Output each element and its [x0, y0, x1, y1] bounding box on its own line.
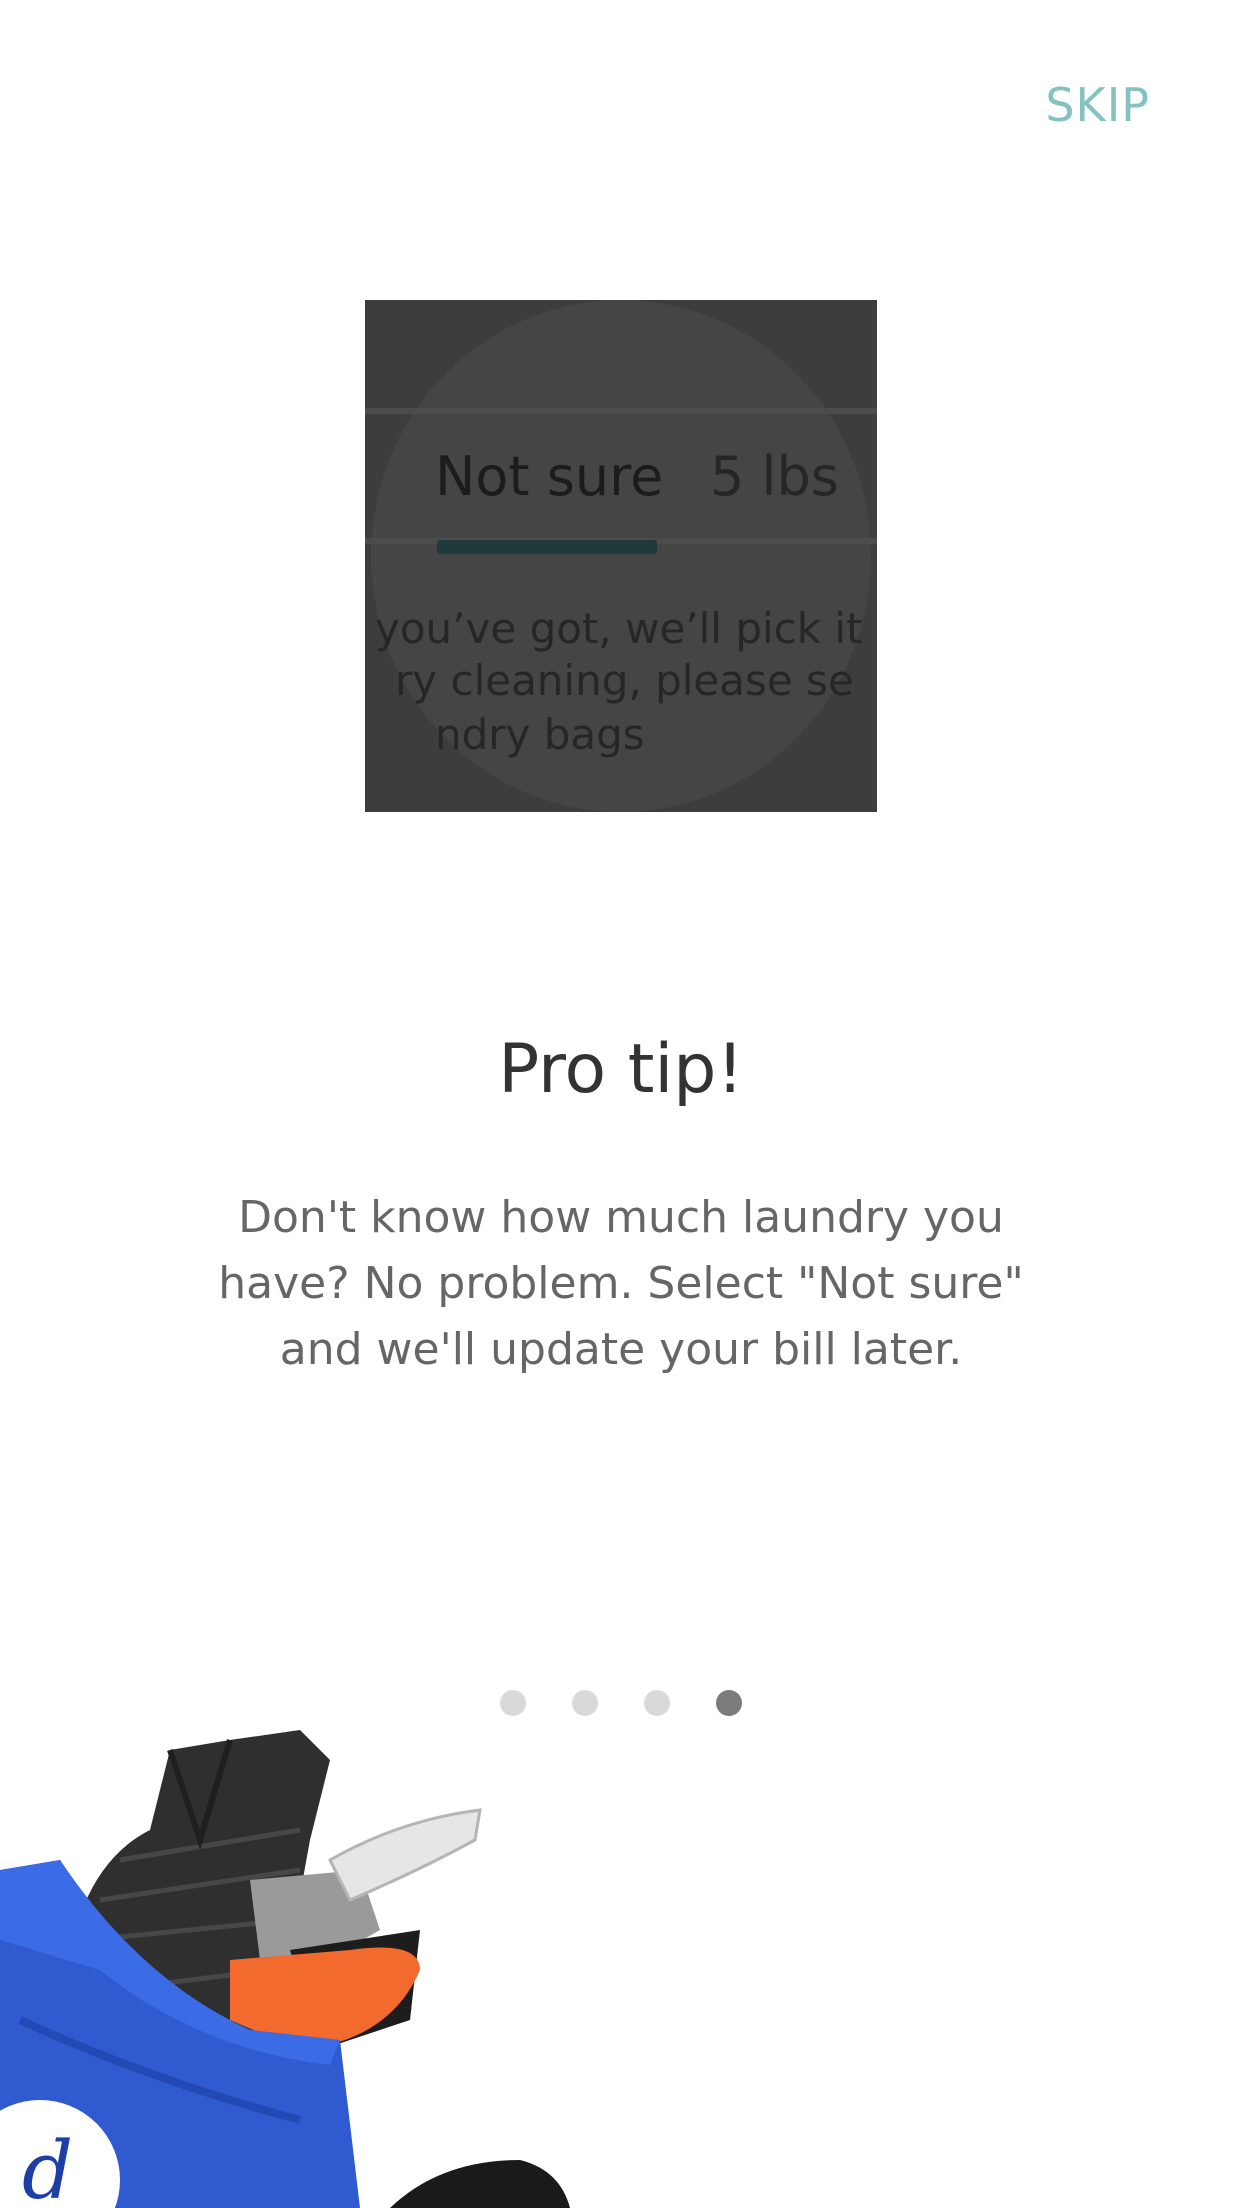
preview-tab-5-lbs: 5 lbs: [710, 445, 839, 508]
preview-divider-top: [365, 408, 877, 414]
preview-tab-indicator: [437, 540, 657, 554]
preview-image: Not sure 5 lbs you’ve got, we’ll pick it…: [365, 300, 877, 812]
page-dot-1[interactable]: [500, 1690, 526, 1716]
bag-logo-text: d: [22, 2124, 73, 2208]
page-title: Pro tip!: [498, 1030, 744, 1109]
page-dot-3[interactable]: [644, 1690, 670, 1716]
preview-desc-line: you’ve got, we’ll pick it u: [375, 604, 877, 653]
page-dot-2[interactable]: [572, 1690, 598, 1716]
preview-desc-line: ry cleaning, please se: [395, 656, 854, 705]
page-dot-4-active[interactable]: [716, 1690, 742, 1716]
preview-desc-line: ndry bags: [435, 710, 645, 759]
page-indicator: [0, 1690, 1242, 1716]
tip-line: Don't know how much laundry you: [238, 1192, 1004, 1243]
skip-button[interactable]: SKIP: [1045, 78, 1150, 132]
tip-line: and we'll update your bill later.: [279, 1324, 963, 1375]
tip-description: Don't know how much laundry you have? No…: [171, 1185, 1071, 1383]
onboarding-screen: SKIP Not sure 5 lbs you’ve got, we’ll pi…: [0, 0, 1242, 2208]
preview-tab-not-sure: Not sure: [435, 445, 664, 508]
laundry-bag-illustration: d: [0, 1730, 570, 2208]
tip-line: have? No problem. Select "Not sure": [218, 1258, 1024, 1309]
